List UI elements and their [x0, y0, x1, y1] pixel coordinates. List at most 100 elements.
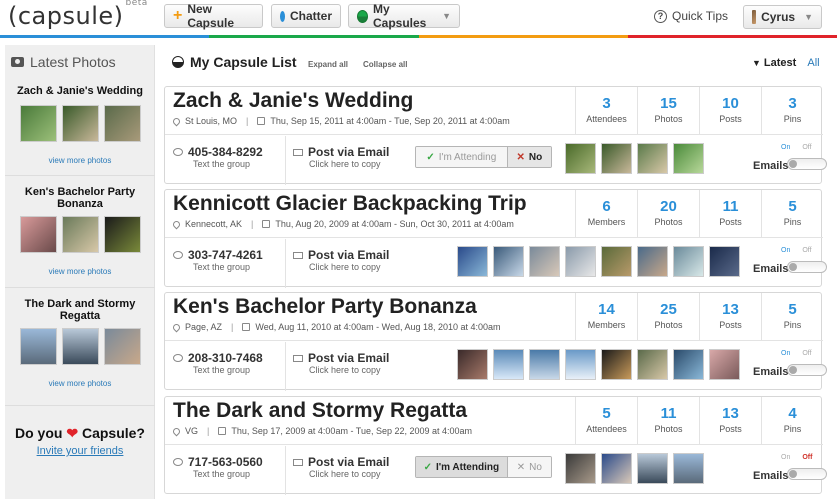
latest-photos-title: Latest Photos: [30, 54, 116, 70]
photo-thumbnail[interactable]: [565, 143, 596, 174]
photo-thumbnail[interactable]: [493, 349, 524, 380]
quick-tips-link[interactable]: ? Quick Tips: [654, 9, 728, 23]
photo-thumbnail[interactable]: [673, 246, 704, 277]
camera-icon: [11, 57, 24, 67]
photo-thumbnail[interactable]: [637, 349, 668, 380]
stat-photos[interactable]: 11 Photos: [637, 397, 699, 445]
photo-thumbnail[interactable]: [673, 143, 704, 174]
location-pin-icon: [171, 322, 182, 332]
capsule-location: St Louis, MO: [185, 116, 238, 126]
photo-thumbnail[interactable]: [709, 246, 740, 277]
group-phone[interactable]: 405-384-8292 Text the group: [173, 145, 285, 169]
photo-thumbnail[interactable]: [565, 453, 596, 484]
capsule-card: Ken's Bachelor Party Bonanza Page, AZ | …: [164, 292, 827, 391]
photo-thumbnail[interactable]: [457, 246, 488, 277]
stat-posts[interactable]: 10 Posts: [699, 87, 761, 135]
stat-pins[interactable]: 5 Pins: [761, 190, 823, 238]
stat-posts[interactable]: 13 Posts: [699, 293, 761, 341]
photo-thumbnail[interactable]: [673, 349, 704, 380]
invite-friends-link[interactable]: Invite your friends: [5, 445, 155, 457]
photo-thumbnail[interactable]: [673, 453, 704, 484]
post-via-email[interactable]: Post via Email Click here to copy: [293, 248, 403, 272]
capsule-icon: [357, 9, 368, 23]
photo-thumbnail[interactable]: [61, 328, 99, 365]
user-menu[interactable]: Cyrus ▼: [743, 5, 822, 29]
view-more-photos-link[interactable]: view more photos: [5, 156, 155, 165]
photo-thumbnail[interactable]: [601, 349, 632, 380]
photo-thumbnail[interactable]: [61, 105, 99, 142]
photo-thumbnail[interactable]: [493, 246, 524, 277]
group-phone[interactable]: 303-747-4261 Text the group: [173, 248, 285, 272]
view-more-photos-link[interactable]: view more photos: [5, 379, 155, 388]
chatter-button[interactable]: Chatter: [271, 4, 341, 28]
photo-thumbnail[interactable]: [61, 216, 99, 253]
calendar-icon: [218, 427, 227, 435]
photo-thumbnail[interactable]: [709, 349, 740, 380]
stat-members[interactable]: 6 Members: [575, 190, 637, 238]
post-via-email[interactable]: Post via Email Click here to copy: [293, 455, 403, 479]
photo-thumbnail[interactable]: [601, 143, 632, 174]
capsule-title[interactable]: Zach & Janie's Wedding: [173, 89, 413, 113]
capsule-location: VG: [185, 426, 199, 436]
photo-thumbnail[interactable]: [637, 246, 668, 277]
stat-posts[interactable]: 11 Posts: [699, 190, 761, 238]
new-capsule-button[interactable]: + New Capsule: [164, 2, 263, 30]
calendar-icon: [257, 117, 266, 125]
group-phone[interactable]: 208-310-7468 Text the group: [173, 351, 285, 375]
expand-all-link[interactable]: Expand all: [308, 60, 348, 69]
stat-photos[interactable]: 15 Photos: [637, 87, 699, 135]
capsule-title[interactable]: The Dark and Stormy Regatta: [173, 399, 467, 423]
photo-thumbnail[interactable]: [637, 143, 668, 174]
new-capsule-label: New Capsule: [187, 2, 235, 30]
photo-thumbnail[interactable]: [601, 453, 632, 484]
capsule-title[interactable]: Ken's Bachelor Party Bonanza: [173, 295, 477, 319]
photo-thumbnail[interactable]: [19, 216, 57, 253]
photo-thumbnail[interactable]: [19, 105, 57, 142]
photo-strip: [565, 453, 704, 484]
photo-thumbnail[interactable]: [529, 246, 560, 277]
stat-posts[interactable]: 13 Posts: [699, 397, 761, 445]
stat-photos[interactable]: 20 Photos: [637, 190, 699, 238]
photo-thumbnail[interactable]: [529, 349, 560, 380]
collapse-all-link[interactable]: Collapse all: [363, 60, 407, 69]
photo-thumbnail[interactable]: [103, 105, 141, 142]
divider: [5, 287, 155, 288]
stat-pins[interactable]: 3 Pins: [761, 87, 823, 135]
stat-attendees[interactable]: 5 Attendees: [575, 397, 637, 445]
photo-thumbnail[interactable]: [103, 216, 141, 253]
photo-thumbnail[interactable]: [565, 246, 596, 277]
photo-thumbnail[interactable]: [457, 349, 488, 380]
not-attending-button[interactable]: ✕ No: [507, 147, 551, 167]
beta-badge: beta: [125, 0, 148, 8]
capsule-title[interactable]: Kennicott Glacier Backpacking Trip: [173, 192, 527, 216]
sort-all-link[interactable]: All: [807, 57, 819, 69]
photo-thumbnail[interactable]: [103, 328, 141, 365]
capsule-dates: Wed, Aug 11, 2010 at 4:00am - Wed, Aug 1…: [255, 322, 501, 332]
triangle-down-icon: ▼: [752, 58, 761, 68]
email-toggle[interactable]: [787, 261, 827, 273]
photo-thumbnail[interactable]: [19, 328, 57, 365]
stat-attendees[interactable]: 3 Attendees: [575, 87, 637, 135]
email-toggle[interactable]: [787, 158, 827, 170]
post-via-email[interactable]: Post via Email Click here to copy: [293, 351, 403, 375]
chatter-label: Chatter: [289, 9, 332, 23]
sort-latest[interactable]: ▼ Latest: [752, 57, 796, 69]
post-via-email[interactable]: Post via Email Click here to copy: [293, 145, 403, 169]
photo-thumbnail[interactable]: [565, 349, 596, 380]
not-attending-button[interactable]: ✕ No: [507, 457, 551, 477]
view-more-photos-link[interactable]: view more photos: [5, 267, 155, 276]
email-toggle[interactable]: [787, 468, 827, 480]
email-toggle[interactable]: [787, 364, 827, 376]
photo-thumbnail[interactable]: [637, 453, 668, 484]
attending-button[interactable]: ✓ I'm Attending: [416, 147, 508, 167]
capsule-card: Zach & Janie's Wedding St Louis, MO | Th…: [164, 86, 827, 185]
attending-button[interactable]: ✓ I'm Attending: [416, 457, 508, 477]
my-capsules-dropdown[interactable]: My Capsules ▼: [348, 2, 460, 30]
capsule-logo[interactable]: (capsule) beta: [8, 0, 148, 30]
stat-pins[interactable]: 5 Pins: [761, 293, 823, 341]
stat-photos[interactable]: 25 Photos: [637, 293, 699, 341]
stat-members[interactable]: 14 Members: [575, 293, 637, 341]
photo-thumbnail[interactable]: [601, 246, 632, 277]
group-phone[interactable]: 717-563-0560 Text the group: [173, 455, 285, 479]
stat-pins[interactable]: 4 Pins: [761, 397, 823, 445]
